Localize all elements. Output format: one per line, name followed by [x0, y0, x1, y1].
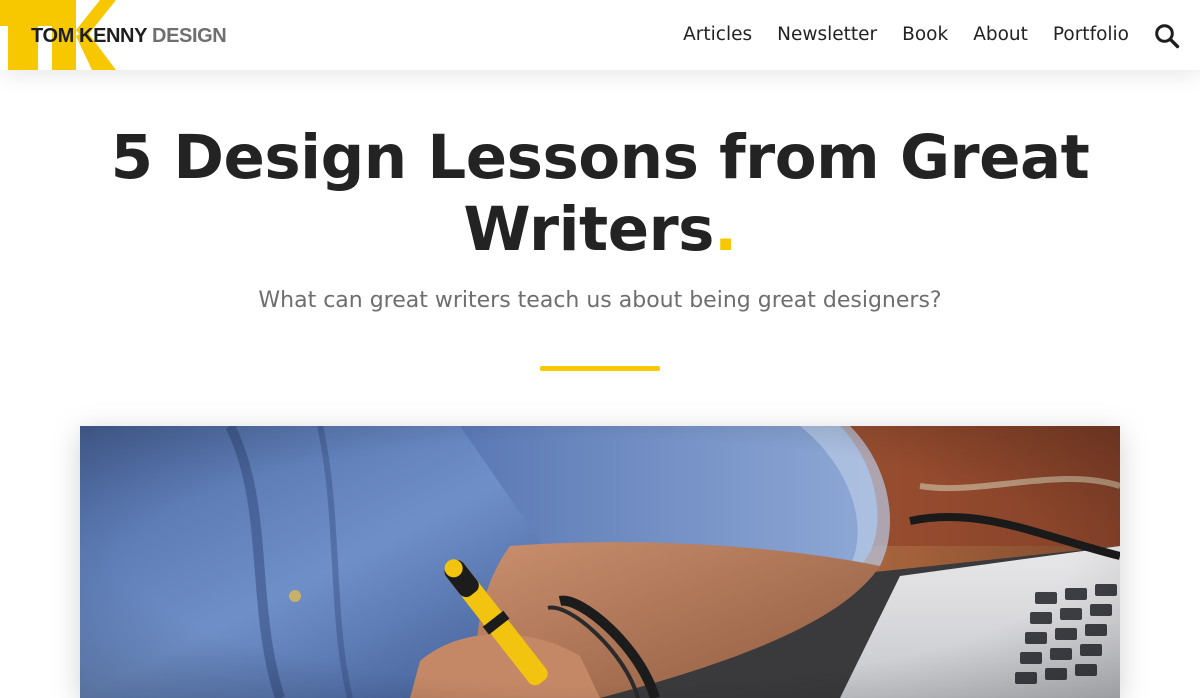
- article-subtitle: What can great writers teach us about be…: [258, 288, 942, 313]
- article-title: 5 Design Lessons from Great Writers.: [100, 122, 1100, 266]
- search-icon[interactable]: [1154, 23, 1180, 49]
- site-header: TOM KENNY DESIGN Articles Newsletter Book…: [0, 0, 1200, 70]
- nav-articles[interactable]: Articles: [683, 0, 752, 70]
- logo-text: TOM KENNY DESIGN: [31, 24, 227, 48]
- article-title-text: 5 Design Lessons from Great Writers: [110, 122, 1090, 265]
- hero-photo: [80, 426, 1120, 698]
- nav-about[interactable]: About: [973, 0, 1028, 70]
- main-nav: Articles Newsletter Book About Portfolio: [683, 0, 1200, 70]
- nav-newsletter[interactable]: Newsletter: [777, 0, 877, 70]
- nav-book[interactable]: Book: [902, 0, 948, 70]
- site-logo[interactable]: TOM KENNY DESIGN: [0, 0, 240, 70]
- hero-image: [80, 426, 1120, 698]
- title-accent-dot: .: [713, 194, 737, 265]
- logo-name: TOM KENNY: [31, 25, 148, 47]
- accent-divider: [540, 366, 660, 371]
- logo-word: DESIGN: [152, 25, 227, 47]
- nav-portfolio[interactable]: Portfolio: [1053, 0, 1129, 70]
